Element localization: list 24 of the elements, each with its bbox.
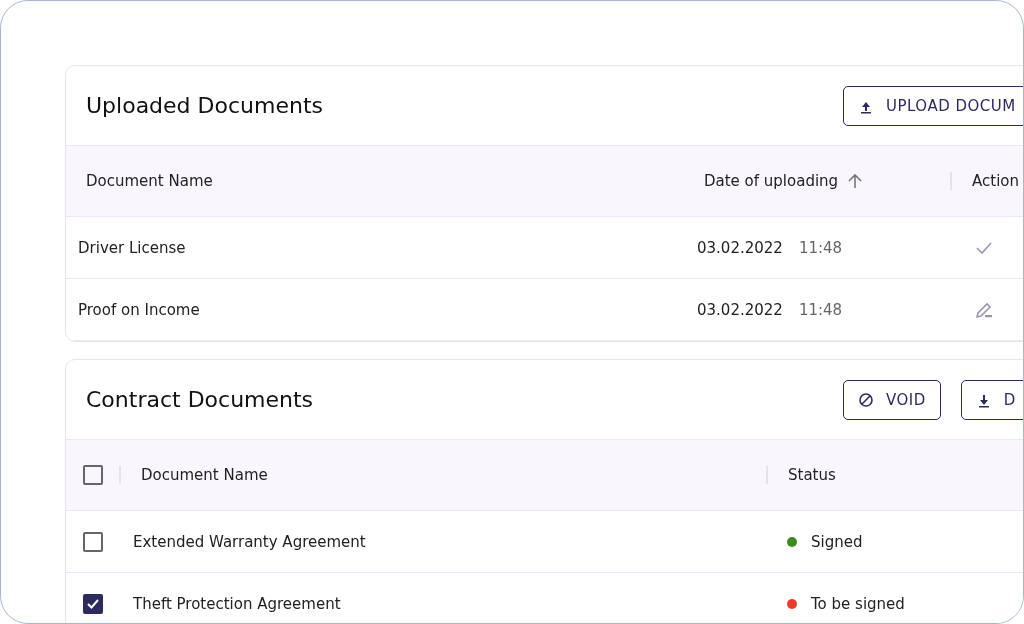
status-text: Signed [811,532,863,551]
download-button[interactable]: D [960,379,1023,420]
section-title: Contract Documents [86,387,315,412]
void-button[interactable]: VOID [843,379,941,420]
column-header: Status [788,466,836,484]
table-cell: Theft Protection Agreement [133,594,341,613]
table-cell: Extended Warranty Agreement [133,532,366,551]
table-cell: 03.02.2022 [697,300,783,319]
table-cell: 11:48 [798,238,843,257]
column-header[interactable]: Date of uploading [704,172,839,190]
checkbox[interactable] [82,593,103,614]
status-text: To be signed [811,594,905,613]
section-title: Uploaded Documents [86,93,324,118]
checkbox[interactable] [82,531,103,552]
table-cell: 03.02.2022 [697,238,783,257]
prohibited-icon [858,391,874,408]
table-cell: Driver License [78,238,186,257]
table-cell: 11:48 [798,300,843,319]
table-cell: Proof on Income [78,300,200,319]
upload-button[interactable]: UPLOAD DOCUM [843,85,1023,126]
column-header: Document Name [141,466,268,484]
checkbox[interactable] [82,465,103,485]
column-header: Document Name [86,172,213,190]
column-header: Action [972,172,1019,190]
